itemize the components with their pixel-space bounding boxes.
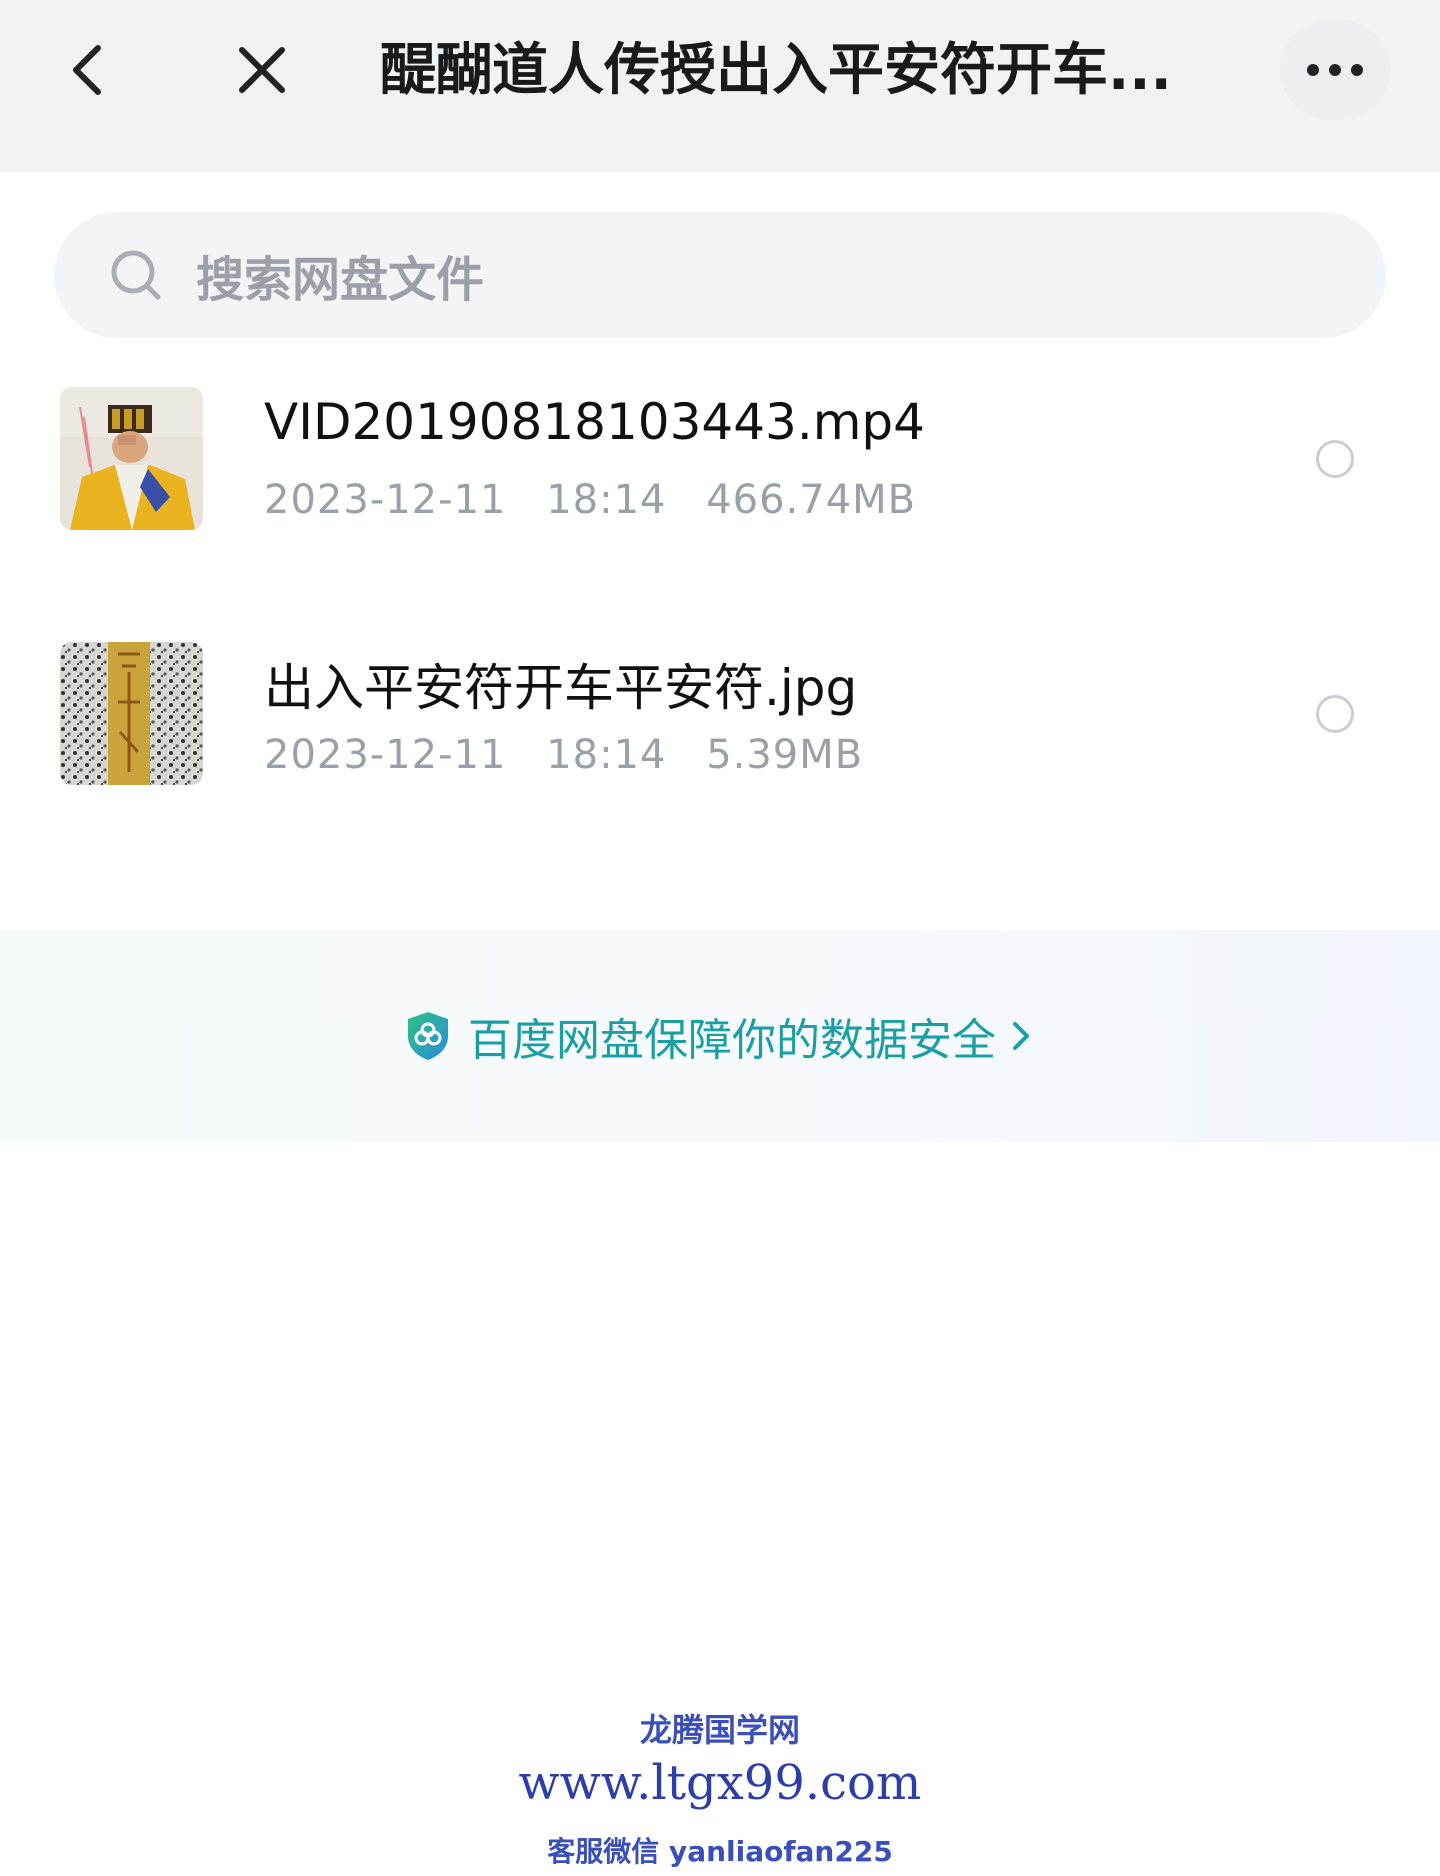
file-date: 2023-12-11 [264, 477, 507, 523]
search-icon [111, 250, 161, 300]
watermark-contact: 客服微信 yanliaofan225 [547, 1835, 893, 1868]
shield-icon [408, 1012, 448, 1060]
file-size: 5.39MB [706, 732, 864, 778]
search-placeholder: 搜索网盘文件 [196, 252, 485, 308]
security-banner[interactable]: 百度网盘保障你的数据安全 [0, 930, 1440, 1142]
watermark-url: www.ltgx99.com [518, 1755, 922, 1811]
file-time: 18:14 [546, 732, 667, 778]
file-list-item[interactable]: 出入平安符开车平安符.jpg 2023-12-11 18:14 5.39MB [0, 640, 1440, 800]
video-thumbnail [60, 387, 203, 530]
watermark-site-name: 龙腾国学网 [639, 1711, 800, 1749]
select-radio[interactable] [1316, 695, 1354, 733]
close-icon [239, 47, 285, 93]
file-time: 18:14 [546, 477, 667, 523]
file-name: VID20190818103443.mp4 [264, 393, 925, 451]
file-size: 466.74MB [706, 477, 917, 523]
search-input[interactable]: 搜索网盘文件 [54, 212, 1386, 338]
file-name: 出入平安符开车平安符.jpg [264, 659, 858, 717]
chevron-left-icon [73, 45, 101, 95]
more-horizontal-icon [1302, 64, 1368, 76]
back-button[interactable] [60, 40, 120, 100]
page: 醍醐道人传授出入平安符开车... 搜索网盘文件 VID2019081810344… [0, 0, 1440, 1876]
security-banner-text: 百度网盘保障你的数据安全 [468, 1015, 996, 1066]
image-thumbnail [60, 642, 203, 785]
file-list-item[interactable]: VID20190818103443.mp4 2023-12-11 18:14 4… [0, 385, 1440, 545]
file-meta: 2023-12-11 18:14 466.74MB [264, 477, 942, 523]
chevron-right-icon [1013, 1022, 1029, 1050]
more-button[interactable] [1280, 20, 1390, 120]
select-radio[interactable] [1316, 440, 1354, 478]
file-meta: 2023-12-11 18:14 5.39MB [264, 732, 889, 778]
file-date: 2023-12-11 [264, 732, 507, 778]
page-title: 醍醐道人传授出入平安符开车... [380, 38, 1172, 103]
close-button[interactable] [232, 40, 292, 100]
header-bar: 醍醐道人传授出入平安符开车... [0, 0, 1440, 172]
